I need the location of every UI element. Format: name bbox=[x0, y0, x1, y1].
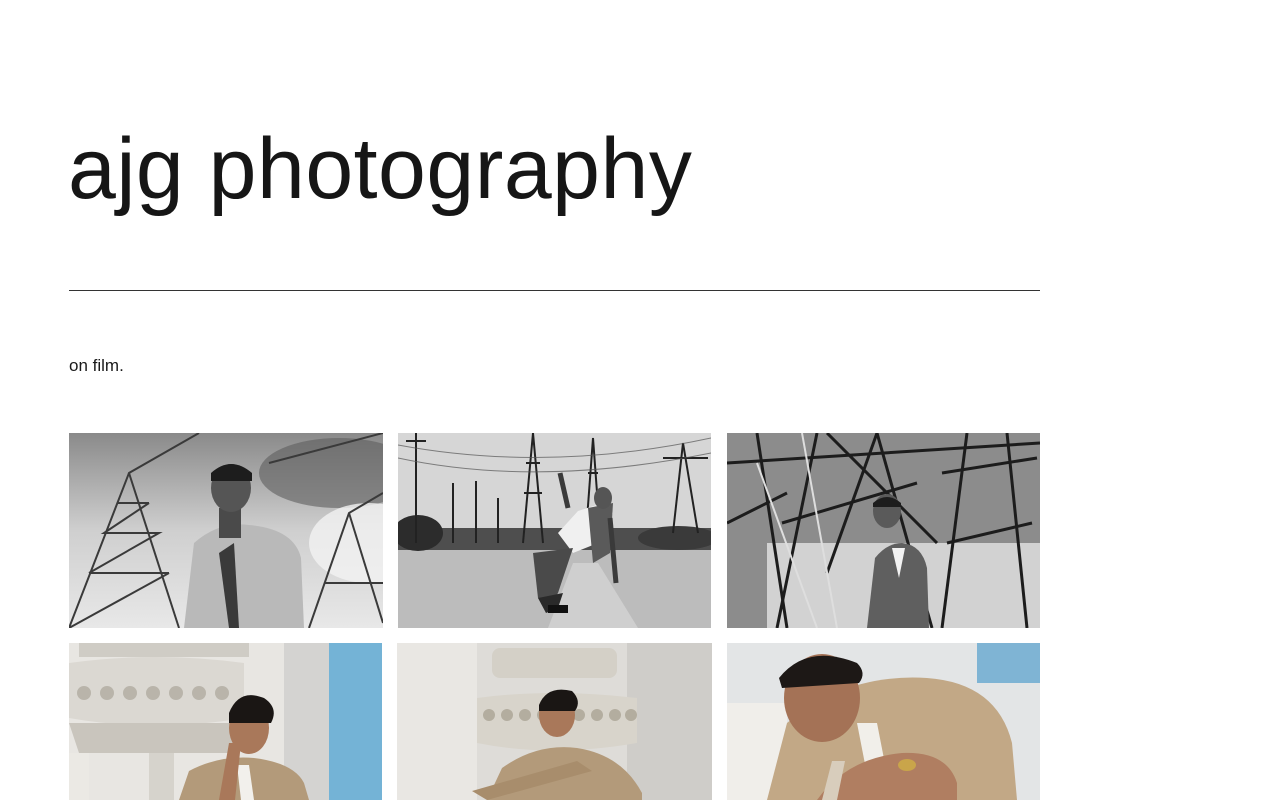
photo-5-image bbox=[397, 643, 712, 800]
site-title[interactable]: ajg photography bbox=[68, 118, 692, 221]
photo-4-image bbox=[69, 643, 382, 800]
page: ajg photography on film. bbox=[0, 0, 1280, 800]
gallery-photo-2[interactable] bbox=[398, 433, 711, 628]
divider bbox=[69, 290, 1040, 291]
tagline: on film. bbox=[69, 356, 124, 375]
gallery-photo-5[interactable] bbox=[397, 643, 712, 800]
gallery-photo-1[interactable] bbox=[69, 433, 383, 628]
gallery-photo-6[interactable] bbox=[727, 643, 1040, 800]
gallery-photo-3[interactable] bbox=[727, 433, 1040, 628]
gallery-photo-4[interactable] bbox=[69, 643, 382, 800]
photo-1-image bbox=[69, 433, 383, 628]
photo-2-image bbox=[398, 433, 711, 628]
photo-3-image bbox=[727, 433, 1040, 628]
photo-6-image bbox=[727, 643, 1040, 800]
